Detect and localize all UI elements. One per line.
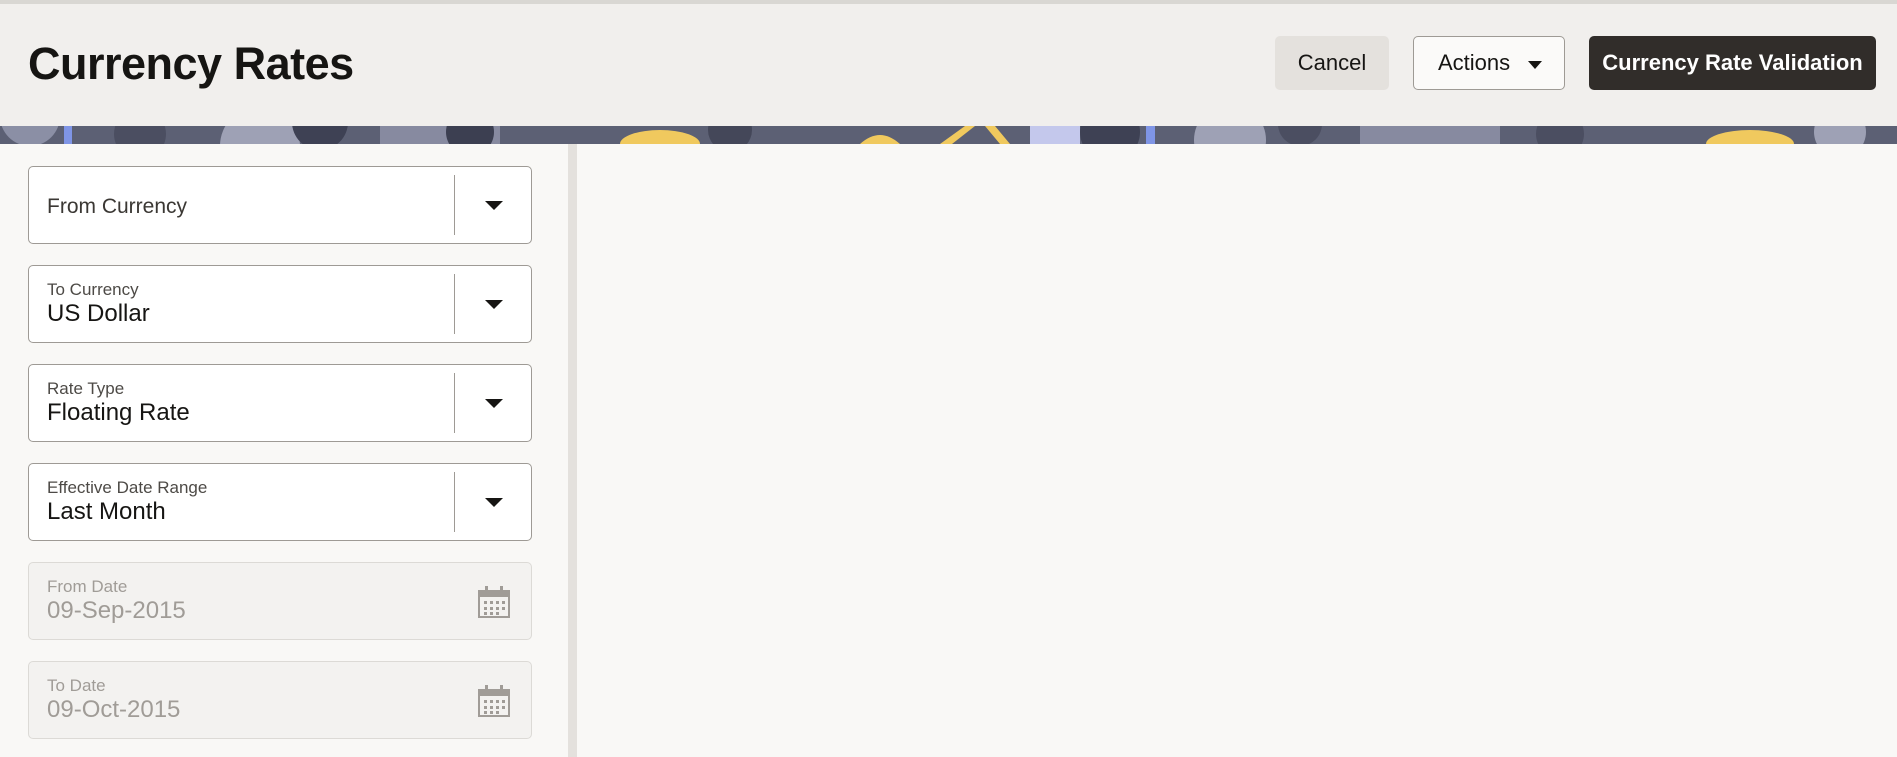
field-separator [454, 472, 455, 532]
cancel-button[interactable]: Cancel [1275, 36, 1389, 90]
to-currency-label: To Currency [47, 280, 139, 299]
effective-date-range-select[interactable]: Effective Date Range Last Month [28, 463, 532, 541]
chevron-down-icon [1528, 61, 1542, 69]
actions-menu-button[interactable]: Actions [1413, 36, 1565, 90]
rate-type-label: Rate Type [47, 379, 125, 398]
page-header: Currency Rates Cancel Actions Currency R… [0, 4, 1897, 126]
rate-type-select[interactable]: Rate Type Floating Rate [28, 364, 532, 442]
effective-date-range-label: Effective Date Range [47, 478, 208, 497]
calendar-icon [478, 685, 510, 717]
rate-type-value: Floating Rate [47, 399, 190, 426]
decorative-banner [0, 126, 1897, 144]
filter-panel: From Currency To Currency US Dollar Rate… [0, 144, 568, 757]
to-date-label: To Date [47, 676, 106, 695]
to-date-field: To Date 09-Oct-2015 [28, 661, 532, 739]
panel-divider[interactable] [568, 144, 577, 757]
actions-label: Actions [1438, 50, 1511, 75]
from-currency-select[interactable]: From Currency [28, 166, 532, 244]
to-currency-select[interactable]: To Currency US Dollar [28, 265, 532, 343]
field-separator [454, 373, 455, 433]
to-currency-value: US Dollar [47, 300, 150, 327]
from-date-label: From Date [47, 577, 128, 596]
effective-date-range-value: Last Month [47, 498, 166, 525]
field-separator [454, 175, 455, 235]
from-currency-placeholder: From Currency [47, 195, 188, 218]
chevron-down-icon[interactable] [485, 201, 503, 210]
chevron-down-icon[interactable] [485, 300, 503, 309]
page-title: Currency Rates [28, 38, 354, 89]
results-area [577, 144, 1897, 757]
calendar-icon [478, 586, 510, 618]
from-date-value: 09-Sep-2015 [47, 597, 186, 624]
chevron-down-icon[interactable] [485, 399, 503, 408]
banner-pattern-icon [0, 126, 1897, 144]
chevron-down-icon[interactable] [485, 498, 503, 507]
field-separator [454, 274, 455, 334]
currency-rate-validation-button[interactable]: Currency Rate Validation [1589, 36, 1876, 90]
to-date-value: 09-Oct-2015 [47, 696, 181, 723]
from-date-field: From Date 09-Sep-2015 [28, 562, 532, 640]
